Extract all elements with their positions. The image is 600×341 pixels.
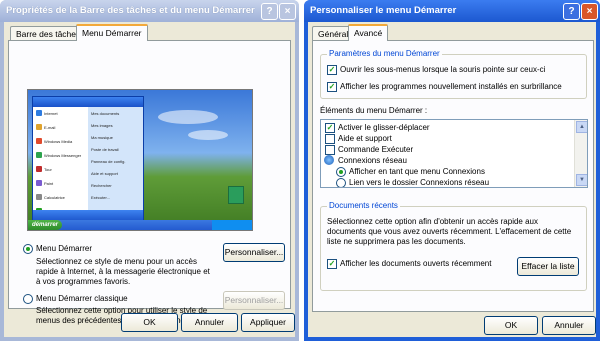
show-recent-documents-label[interactable]: Afficher les documents ouverts récemment <box>340 259 491 268</box>
clear-list-button[interactable]: Effacer la liste <box>517 257 579 276</box>
group-title: Paramètres du menu Démarrer <box>327 49 442 58</box>
open-submenus-label[interactable]: Ouvrir les sous-menus lorsque la souris … <box>340 65 545 74</box>
classic-menu-label[interactable]: Menu Démarrer classique <box>36 294 128 303</box>
customize-start-menu-window: Personnaliser le menu Démarrer ? × Génér… <box>304 0 600 341</box>
recycle-bin-icon <box>228 186 244 204</box>
window-title: Personnaliser le menu Démarrer <box>310 5 457 16</box>
preview-taskbar: démarrer <box>28 220 252 230</box>
list-scrollbar[interactable]: ▲ ▼ <box>574 120 587 187</box>
tab-page: Paramètres du menu Démarrer ✓ Ouvrir les… <box>312 40 594 312</box>
preview-item: E-mail <box>44 125 56 130</box>
start-menu-label[interactable]: Menu Démarrer <box>36 244 92 253</box>
scroll-down-icon[interactable]: ▼ <box>576 174 587 186</box>
drag-drop-checkbox[interactable]: ✓ <box>325 123 335 133</box>
group-title: Documents récents <box>327 201 400 210</box>
highlight-new-programs-label[interactable]: Afficher les programmes nouvellement ins… <box>340 82 562 91</box>
start-menu-elements-list[interactable]: ✓ Activer le glisser-déplacer Aide et su… <box>320 119 588 188</box>
show-recent-documents-checkbox[interactable]: ✓ <box>327 259 337 269</box>
preview-item: Paint <box>44 181 54 186</box>
list-item[interactable]: Commande Exécuter <box>338 145 413 154</box>
open-submenus-checkbox[interactable]: ✓ <box>327 65 337 75</box>
help-button[interactable]: ? <box>563 3 580 20</box>
preview-item: Windows Media <box>44 139 73 144</box>
preview-start-menu: Internet E-mail Windows Media Windows Me… <box>32 96 144 223</box>
cancel-button[interactable]: Annuler <box>181 313 238 332</box>
tab-page: Internet E-mail Windows Media Windows Me… <box>8 40 291 325</box>
tab-start-menu[interactable]: Menu Démarrer <box>76 24 148 41</box>
list-item[interactable]: Aide et support <box>338 134 392 143</box>
help-button[interactable]: ? <box>261 3 278 20</box>
preview-item: Aide et support <box>91 171 118 176</box>
preview-item: Ma musique <box>91 135 113 140</box>
help-support-checkbox[interactable] <box>325 134 335 144</box>
run-command-checkbox[interactable] <box>325 145 335 155</box>
preview-item: Internet <box>44 111 58 116</box>
preview-item: Mes documents <box>91 111 120 116</box>
close-button[interactable]: × <box>581 3 598 20</box>
preview-item: Poste de travail <box>91 147 119 152</box>
ok-button[interactable]: OK <box>121 313 178 332</box>
customize-classic-menu-button[interactable]: Personnaliser... <box>223 291 285 310</box>
classic-menu-radio[interactable] <box>23 294 33 304</box>
preview-item: Exécuter... <box>91 195 110 200</box>
preview-tray <box>212 220 252 230</box>
tab-advanced[interactable]: Avancé <box>348 24 389 41</box>
dialog-client: Général Avancé Paramètres du menu Démarr… <box>308 22 596 337</box>
list-item[interactable]: Lien vers le dossier Connexions réseau <box>349 178 489 187</box>
list-item: Connexions réseau <box>338 156 407 165</box>
network-connections-icon <box>324 155 334 165</box>
title-bar[interactable]: Propriétés de la Barre des tâches et du … <box>0 0 299 22</box>
recent-documents-group: Documents récents Sélectionnez cette opt… <box>320 201 587 291</box>
dialog-client: Barre des tâches Menu Démarrer Internet … <box>4 22 295 337</box>
recent-documents-description: Sélectionnez cette option afin d'obtenir… <box>327 217 572 246</box>
close-button[interactable]: × <box>279 3 296 20</box>
list-item[interactable]: Activer le glisser-déplacer <box>338 123 430 132</box>
elements-heading: Éléments du menu Démarrer : <box>320 106 428 115</box>
preview-item: Tour <box>44 167 52 172</box>
preview-item: Windows Messenger <box>44 153 82 158</box>
preview-item: Panneau de config. <box>91 159 126 164</box>
link-folder-radio[interactable] <box>336 178 346 187</box>
start-menu-description: Sélectionnez ce style de menu pour un ac… <box>36 257 210 286</box>
preview-item: Mes images <box>91 123 113 128</box>
start-menu-radio[interactable] <box>23 244 33 254</box>
start-menu-preview-image: Internet E-mail Windows Media Windows Me… <box>27 89 253 231</box>
preview-item: Calculatrice <box>44 195 65 200</box>
customize-start-menu-button[interactable]: Personnaliser... <box>223 243 285 262</box>
preview-start-button: démarrer <box>28 220 62 230</box>
taskbar-properties-window: Propriétés de la Barre des tâches et du … <box>0 0 299 341</box>
cancel-button[interactable]: Annuler <box>542 316 596 335</box>
highlight-new-programs-checkbox[interactable]: ✓ <box>327 82 337 92</box>
show-as-menu-radio[interactable] <box>336 167 346 177</box>
tab-taskbar[interactable]: Barre des tâches <box>10 26 87 41</box>
window-title: Propriétés de la Barre des tâches et du … <box>6 5 255 16</box>
preview-item: Rechercher <box>91 183 112 188</box>
apply-button[interactable]: Appliquer <box>241 313 295 332</box>
scroll-up-icon[interactable]: ▲ <box>576 121 587 133</box>
title-bar[interactable]: Personnaliser le menu Démarrer ? × <box>304 0 600 22</box>
start-menu-settings-group: Paramètres du menu Démarrer ✓ Ouvrir les… <box>320 49 587 99</box>
ok-button[interactable]: OK <box>484 316 538 335</box>
list-item[interactable]: Afficher en tant que menu Connexions <box>349 167 485 176</box>
